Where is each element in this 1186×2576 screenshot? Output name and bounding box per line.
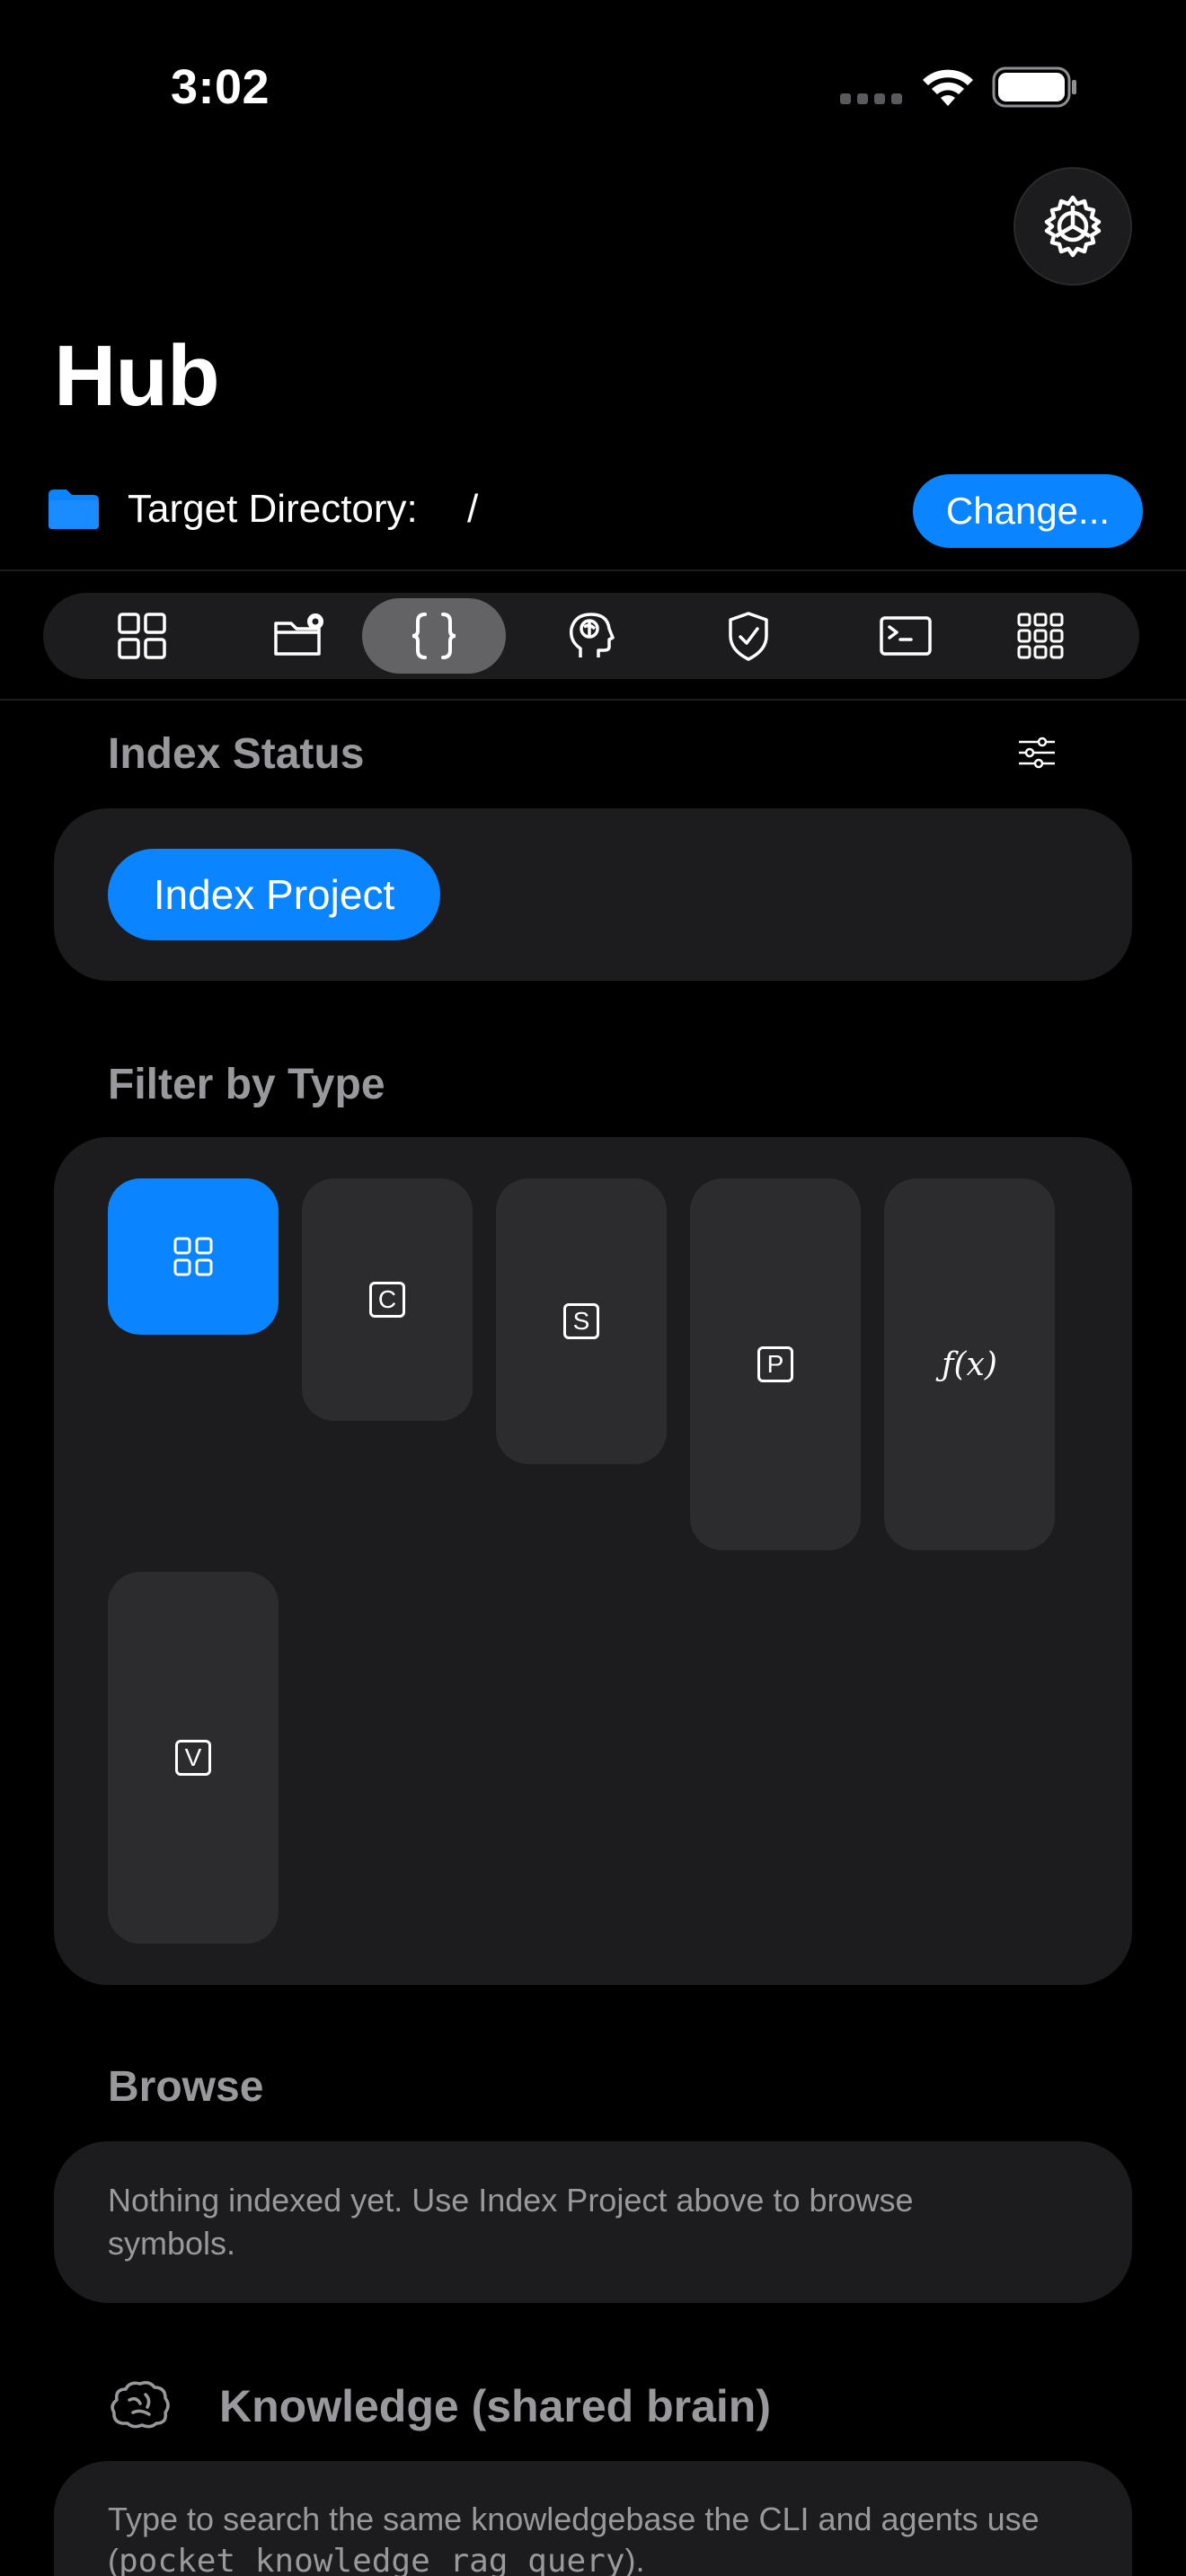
shield-check-icon [729, 612, 768, 661]
page-title: Hub [54, 328, 220, 424]
tab-security[interactable] [677, 598, 820, 674]
sliders-icon[interactable] [1017, 735, 1057, 771]
function-icon: ƒ(x) [942, 1345, 997, 1383]
braces-icon [412, 613, 456, 659]
all-grid-icon [173, 1237, 213, 1276]
settings-button[interactable] [1013, 167, 1132, 286]
brain-head-icon [569, 613, 615, 657]
filter-chip-class[interactable]: C [302, 1178, 473, 1421]
tab-code[interactable] [362, 598, 506, 674]
battery-icon [992, 66, 1076, 108]
browse-title: Browse [108, 2063, 264, 2111]
letter-box-icon: V [175, 1740, 211, 1776]
terminal-icon [880, 616, 932, 656]
status-time: 3:02 [171, 60, 270, 114]
tab-more[interactable] [969, 598, 1112, 674]
tab-terminal[interactable] [834, 598, 978, 674]
filter-by-type-title: Filter by Type [108, 1061, 385, 1108]
filter-chip-variable[interactable]: V [108, 1572, 279, 1944]
letter-box-icon: P [757, 1346, 793, 1382]
gear-icon [1044, 195, 1102, 258]
tab-files[interactable] [227, 598, 371, 674]
target-directory-path: / [467, 487, 479, 531]
filter-chip-protocol[interactable]: P [690, 1178, 861, 1550]
wifi-icon [923, 69, 973, 106]
index-status-title: Index Status [108, 730, 365, 778]
folder-icon [49, 490, 99, 529]
header-divider [0, 569, 1186, 571]
knowledge-title: Knowledge (shared brain) [219, 2381, 771, 2431]
apps-grid-icon [1017, 613, 1064, 659]
change-directory-button[interactable]: Change... [913, 474, 1143, 548]
tabbar-divider [0, 699, 1186, 701]
module-tab-bar [43, 593, 1139, 679]
brain-icon [111, 2380, 170, 2429]
cellular-signal-icon [840, 93, 902, 104]
knowledge-description: Type to search the same knowledgebase th… [108, 2499, 1096, 2576]
tab-ai[interactable] [519, 598, 663, 674]
letter-box-icon: C [369, 1282, 405, 1318]
target-directory-label: Target Directory: [128, 487, 418, 531]
tab-overview[interactable] [70, 598, 214, 674]
filter-chip-function[interactable]: ƒ(x) [884, 1178, 1055, 1550]
knowledge-command: pocket knowledge rag query [119, 2543, 625, 2576]
browse-empty-text: Nothing indexed yet. Use Index Project a… [108, 2182, 914, 2262]
folder-gear-icon [274, 613, 323, 656]
filter-chip-struct[interactable]: S [496, 1178, 667, 1464]
grid-icon [118, 613, 166, 659]
filter-chip-all[interactable] [108, 1178, 279, 1335]
filter-card: C S P ƒ(x) V [54, 1137, 1132, 1985]
knowledge-description-end: ). [624, 2542, 645, 2576]
letter-box-icon: S [563, 1303, 599, 1339]
index-project-button[interactable]: Index Project [108, 849, 440, 940]
